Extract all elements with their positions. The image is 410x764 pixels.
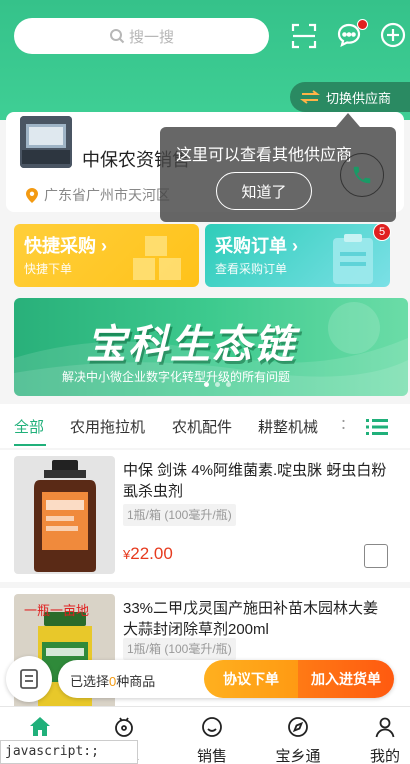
product-image-caption: 一瓶一亩地 bbox=[24, 603, 90, 618]
add-to-purchase-list-button[interactable]: 加入进货单 bbox=[298, 660, 394, 698]
message-icon[interactable] bbox=[336, 19, 368, 50]
product-item[interactable]: 中保 剑诛 4%阿维菌素.啶虫脒 蚜虫白粉虱杀虫剂 1瓶/箱 (100毫升/瓶)… bbox=[0, 450, 410, 582]
promo-banner[interactable]: 宝科生态链 解决中小微企业数字化转型升级的所有问题 bbox=[14, 298, 408, 396]
product-spec: 1瓶/箱 (100毫升/瓶) bbox=[123, 638, 236, 660]
quick-purchase-title: 快捷采购 bbox=[24, 236, 96, 256]
phone-icon bbox=[353, 166, 371, 184]
header-bar: 搜一搜 切换供应商 bbox=[0, 0, 410, 120]
phone-call-button[interactable] bbox=[340, 153, 384, 197]
tab-all[interactable]: 全部 bbox=[14, 416, 44, 437]
product-title: 中保 剑诛 4%阿维菌素.啶虫脒 蚜虫白粉虱杀虫剂 bbox=[123, 462, 387, 500]
swap-icon bbox=[300, 90, 320, 104]
banner-title: 宝科生态链 bbox=[86, 323, 296, 367]
tabbar-mine-label: 我的 bbox=[369, 748, 400, 764]
selected-prefix: 已选择 bbox=[70, 674, 110, 689]
tab-active-underline bbox=[14, 444, 46, 446]
orders-icon bbox=[115, 717, 133, 737]
switch-supplier-label: 切换供应商 bbox=[326, 90, 392, 106]
bottom-action-bar: 已选择0种商品 协议下单 加入进货单 bbox=[58, 660, 394, 698]
tab-parts[interactable]: 农机配件 bbox=[172, 416, 232, 437]
message-badge bbox=[357, 19, 368, 30]
purchase-orders-title: 采购订单 bbox=[215, 236, 287, 256]
compass-icon bbox=[288, 717, 308, 737]
tab-tillage[interactable]: 耕整机械 bbox=[258, 416, 318, 437]
location-pin-icon bbox=[26, 187, 38, 203]
search-placeholder: 搜一搜 bbox=[128, 28, 174, 46]
banner-subtitle: 解决中小微企业数字化转型升级的所有问题 bbox=[62, 370, 291, 384]
tabbar-mine[interactable]: 我的 bbox=[345, 707, 410, 764]
scan-icon[interactable] bbox=[290, 22, 318, 50]
supplier-avatar bbox=[20, 116, 72, 168]
category-tabs: 全部 农用拖拉机 农机配件 耕整机械 ： bbox=[0, 404, 410, 448]
purchase-orders-card[interactable]: 采购订单 › 查看采购订单 bbox=[205, 224, 390, 287]
selected-count: 已选择0种商品 bbox=[70, 671, 155, 690]
orders-count-badge: 5 bbox=[373, 223, 391, 241]
banner-dot[interactable] bbox=[215, 382, 220, 387]
banner-dot[interactable] bbox=[204, 382, 209, 387]
tabbar-baoxiangtong-label: 宝乡通 bbox=[275, 748, 321, 764]
boxes-icon bbox=[133, 236, 181, 280]
search-icon bbox=[109, 29, 125, 44]
tab-overflow-indicator: ： bbox=[340, 416, 354, 432]
selected-suffix: 种商品 bbox=[116, 674, 156, 689]
banner-pagination bbox=[204, 382, 231, 387]
tabbar-sales[interactable]: 销售 bbox=[172, 707, 252, 764]
product-select-checkbox[interactable] bbox=[364, 544, 388, 568]
protocol-order-button[interactable]: 协议下单 bbox=[204, 660, 298, 698]
tooltip-arrow bbox=[336, 113, 360, 127]
supplier-address-text: 广东省广州市天河区 bbox=[44, 187, 170, 203]
product-price: ¥22.00 bbox=[123, 544, 173, 564]
browser-status-bar: javascript:; bbox=[0, 740, 138, 764]
tooltip-ok-button[interactable]: 知道了 bbox=[216, 172, 312, 210]
tabbar-sales-label: 销售 bbox=[196, 748, 227, 764]
switch-supplier-button[interactable]: 切换供应商 bbox=[290, 82, 410, 112]
product-title: 33%二甲戊灵国产施田补苗木园林大姜大蒜封闭除草剂200ml bbox=[123, 600, 379, 638]
search-input[interactable]: 搜一搜 bbox=[14, 18, 269, 54]
cart-list-icon bbox=[20, 669, 38, 689]
tabbar-baoxiangtong[interactable]: 宝乡通 bbox=[258, 707, 338, 764]
add-icon[interactable] bbox=[380, 22, 408, 50]
product-spec: 1瓶/箱 (100毫升/瓶) bbox=[123, 504, 236, 526]
tooltip-text: 这里可以查看其他供应商 bbox=[176, 147, 353, 164]
supplier-address: 广东省广州市天河区 bbox=[26, 185, 170, 205]
cart-button[interactable] bbox=[6, 656, 52, 702]
price-value: 22.00 bbox=[130, 544, 173, 563]
home-icon bbox=[30, 717, 50, 736]
smile-icon bbox=[202, 717, 222, 737]
clipboard-icon bbox=[333, 234, 373, 284]
tab-tractors[interactable]: 农用拖拉机 bbox=[70, 416, 145, 437]
quick-purchase-sub: 快捷下单 bbox=[24, 262, 73, 276]
user-icon bbox=[375, 717, 395, 738]
purchase-orders-sub: 查看采购订单 bbox=[215, 262, 288, 276]
banner-dot[interactable] bbox=[226, 382, 231, 387]
category-list-icon[interactable] bbox=[366, 418, 388, 441]
quick-purchase-card[interactable]: 快捷采购 › 快捷下单 bbox=[14, 224, 199, 287]
product-image bbox=[14, 456, 115, 574]
